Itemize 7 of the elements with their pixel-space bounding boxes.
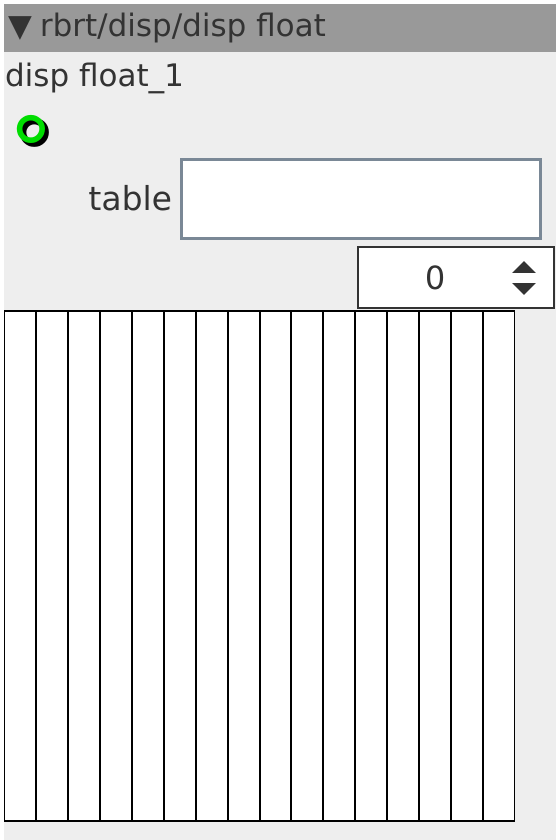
field-label: table — [87, 178, 173, 220]
index-spinner[interactable]: 0 — [357, 246, 555, 309]
object-name: disp float_1 — [4, 57, 185, 96]
panel-title: rbrt/disp/disp float — [40, 7, 326, 46]
collapse-toggle[interactable]: ▼ — [8, 4, 32, 52]
up-down-arrows-icon[interactable] — [511, 258, 537, 296]
table-input-field[interactable] — [180, 158, 542, 240]
